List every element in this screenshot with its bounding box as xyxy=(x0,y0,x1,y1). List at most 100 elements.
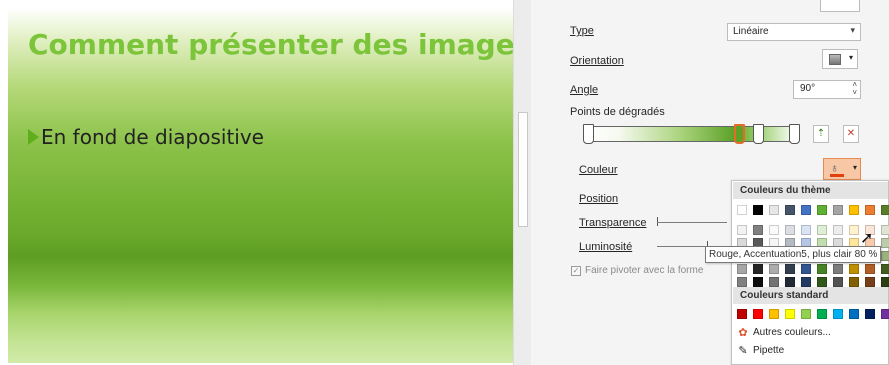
theme-color-swatch[interactable] xyxy=(737,205,747,215)
luminosity-slider[interactable] xyxy=(657,246,707,247)
luminosity-label: Luminosité xyxy=(579,241,633,253)
rotate-with-shape-label: Faire pivoter avec la forme xyxy=(585,265,704,276)
angle-spinner[interactable]: 90° ˄ ˅ xyxy=(793,80,861,99)
theme-color-swatch[interactable] xyxy=(849,225,859,235)
editor-scrollbar[interactable] xyxy=(513,0,531,365)
theme-color-swatch[interactable] xyxy=(769,225,779,235)
bullet-arrow-icon xyxy=(28,129,39,145)
slide-title[interactable]: Comment présenter des images xyxy=(28,28,531,61)
gradient-stops-bar[interactable] xyxy=(587,126,797,142)
theme-color-swatch[interactable] xyxy=(881,205,889,215)
theme-color-swatch[interactable] xyxy=(801,225,811,235)
spin-arrows-icon[interactable]: ˄ ˅ xyxy=(852,81,857,97)
theme-color-swatch[interactable] xyxy=(737,225,747,235)
theme-color-swatch[interactable] xyxy=(801,264,811,274)
partial-control[interactable] xyxy=(820,0,860,12)
orientation-button[interactable]: ▾ xyxy=(822,49,858,69)
theme-color-swatch[interactable] xyxy=(833,264,843,274)
theme-color-swatch[interactable] xyxy=(753,205,763,215)
gradient-stop-selected[interactable] xyxy=(734,124,745,144)
theme-color-swatch[interactable] xyxy=(769,277,779,287)
rotate-with-shape-checkbox[interactable]: ✓ xyxy=(571,265,581,276)
gradient-stop-3[interactable] xyxy=(753,124,764,144)
standard-color-swatch[interactable] xyxy=(881,309,889,319)
theme-color-swatch[interactable] xyxy=(817,205,827,215)
paint-bucket-icon: ♁ xyxy=(830,161,839,175)
theme-colors-header: Couleurs du thème xyxy=(733,182,888,199)
theme-color-swatch[interactable] xyxy=(753,277,763,287)
theme-color-swatch[interactable] xyxy=(833,205,843,215)
rotate-with-shape-option[interactable]: ✓ Faire pivoter avec la forme xyxy=(571,265,703,276)
current-color-bar xyxy=(830,174,844,177)
color-palette-dropdown: Couleurs du thème Couleurs standard ✿ Au… xyxy=(731,180,889,365)
theme-color-swatch[interactable] xyxy=(785,264,795,274)
standard-color-swatch[interactable] xyxy=(769,309,779,319)
theme-color-swatch[interactable] xyxy=(737,277,747,287)
type-value: Linéaire xyxy=(733,26,769,37)
theme-color-swatch[interactable] xyxy=(865,277,875,287)
standard-color-swatch[interactable] xyxy=(753,309,763,319)
gradient-stops-label: Points de dégradés xyxy=(570,106,665,118)
gradient-stop-4[interactable] xyxy=(789,124,800,144)
theme-color-swatch[interactable] xyxy=(785,205,795,215)
gradient-stop-1[interactable] xyxy=(583,124,594,144)
theme-color-swatch[interactable] xyxy=(881,264,889,274)
theme-color-swatch[interactable] xyxy=(817,277,827,287)
standard-color-swatch[interactable] xyxy=(833,309,843,319)
theme-color-swatch[interactable] xyxy=(785,277,795,287)
chevron-down-icon: ▾ xyxy=(852,163,857,172)
eyedropper-label: Pipette xyxy=(753,345,785,356)
theme-color-swatch[interactable] xyxy=(849,264,859,274)
theme-color-swatch[interactable] xyxy=(833,277,843,287)
theme-color-swatch[interactable] xyxy=(801,205,811,215)
standard-color-swatch[interactable] xyxy=(817,309,827,319)
standard-color-swatch[interactable] xyxy=(737,309,747,319)
color-label: Couleur xyxy=(579,164,618,176)
editor-scroll-thumb[interactable] xyxy=(518,112,528,227)
theme-color-swatch[interactable] xyxy=(881,238,889,248)
eyedropper-icon: ✎ xyxy=(738,345,748,357)
theme-color-swatch[interactable] xyxy=(785,225,795,235)
type-dropdown[interactable]: Linéaire ▾ xyxy=(727,23,861,41)
theme-color-swatch[interactable] xyxy=(849,277,859,287)
theme-color-swatch[interactable] xyxy=(849,205,859,215)
theme-color-swatch[interactable] xyxy=(865,205,875,215)
mouse-cursor-icon: ➚ xyxy=(860,230,874,247)
slide-canvas[interactable]: Comment présenter des images En fond de … xyxy=(8,8,531,363)
theme-color-swatch[interactable] xyxy=(753,225,763,235)
transparency-label: Transparence xyxy=(579,217,647,229)
standard-color-swatch[interactable] xyxy=(865,309,875,319)
position-label: Position xyxy=(579,193,619,205)
theme-color-swatch[interactable] xyxy=(769,205,779,215)
theme-color-swatch[interactable] xyxy=(769,264,779,274)
standard-color-swatch[interactable] xyxy=(785,309,795,319)
standard-color-swatch[interactable] xyxy=(849,309,859,319)
more-colors-label: Autres couleurs... xyxy=(753,327,831,338)
theme-color-swatch[interactable] xyxy=(817,225,827,235)
theme-color-swatch[interactable] xyxy=(881,225,889,235)
chevron-down-icon: ▾ xyxy=(850,25,855,35)
add-gradient-stop-button[interactable]: ⇡ xyxy=(813,125,829,143)
standard-colors-header: Couleurs standard xyxy=(733,287,888,304)
transparency-slider[interactable] xyxy=(657,222,727,223)
eyedropper-menu-item[interactable]: ✎ Pipette xyxy=(736,344,784,357)
angle-label: Angle xyxy=(570,84,599,96)
slide-bullet[interactable]: En fond de diapositive xyxy=(28,125,264,149)
theme-color-swatch[interactable] xyxy=(817,264,827,274)
theme-color-swatch[interactable] xyxy=(801,277,811,287)
theme-color-swatch[interactable] xyxy=(753,264,763,274)
theme-color-swatch[interactable] xyxy=(881,251,889,261)
chevron-down-icon: ▾ xyxy=(848,53,853,62)
slide-bullet-text[interactable]: En fond de diapositive xyxy=(41,125,264,149)
standard-color-swatch[interactable] xyxy=(801,309,811,319)
color-picker-button[interactable]: ♁ ▾ xyxy=(823,158,861,180)
color-tooltip: Rouge, Accentuation5, plus clair 80 % xyxy=(705,246,882,263)
orientation-label: Orientation xyxy=(570,55,624,67)
more-colors-menu-item[interactable]: ✿ Autres couleurs... xyxy=(736,326,831,339)
theme-color-swatch[interactable] xyxy=(833,225,843,235)
angle-value: 90° xyxy=(800,83,816,94)
remove-gradient-stop-button[interactable]: ✕ xyxy=(843,125,859,143)
theme-color-swatch[interactable] xyxy=(881,277,889,287)
theme-color-swatch[interactable] xyxy=(737,264,747,274)
theme-color-swatch[interactable] xyxy=(865,264,875,274)
